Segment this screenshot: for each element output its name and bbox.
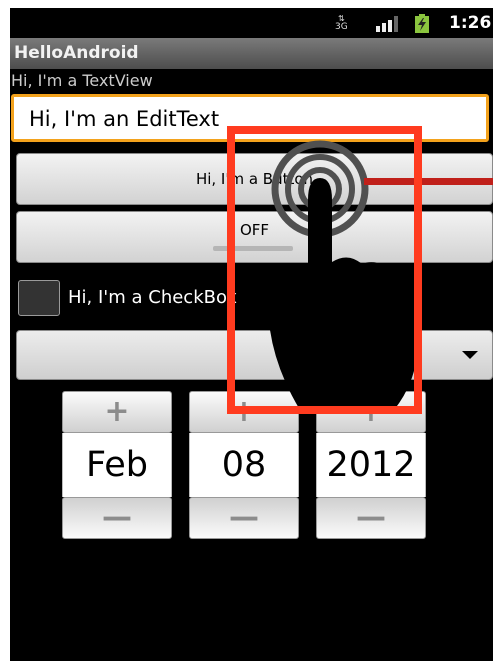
year-decrement-button[interactable]: — bbox=[316, 497, 426, 539]
day-increment-button[interactable]: + bbox=[189, 391, 299, 433]
dropdown-arrow-icon bbox=[462, 351, 478, 359]
hello-button[interactable]: Hi, I'm a Button bbox=[16, 153, 493, 205]
edittext-field[interactable]: Hi, I'm an EditText bbox=[11, 94, 489, 142]
year-picker: + 2012 — bbox=[316, 391, 426, 539]
plus-icon: + bbox=[231, 394, 257, 429]
day-decrement-button[interactable]: — bbox=[189, 497, 299, 539]
minus-icon: — bbox=[229, 500, 259, 535]
spinner-dropdown[interactable] bbox=[16, 330, 493, 380]
clock: 1:26 bbox=[449, 13, 492, 33]
plus-icon: + bbox=[358, 394, 384, 429]
checkbox-label[interactable]: Hi, I'm a CheckBox bbox=[68, 287, 237, 308]
network-type-indicator: ⇅ 3G bbox=[335, 14, 348, 32]
month-increment-button[interactable]: + bbox=[62, 391, 172, 433]
month-decrement-button[interactable]: — bbox=[62, 497, 172, 539]
minus-icon: — bbox=[102, 500, 132, 535]
plus-icon: + bbox=[104, 394, 130, 429]
toggle-label: OFF bbox=[239, 221, 270, 239]
status-bar: ⇅ 3G 1:26 bbox=[10, 8, 493, 38]
minus-icon: — bbox=[356, 500, 386, 535]
battery-charging-icon bbox=[415, 14, 429, 33]
edittext-value: Hi, I'm an EditText bbox=[29, 107, 220, 131]
device-screen: ⇅ 3G 1:26 HelloAndroid Hi, I'm a TextVie… bbox=[10, 8, 493, 661]
signal-bars-icon bbox=[376, 16, 398, 32]
year-value[interactable]: 2012 bbox=[316, 433, 426, 497]
app-title: HelloAndroid bbox=[14, 43, 139, 63]
toggle-button[interactable]: OFF bbox=[16, 211, 493, 263]
checkbox[interactable] bbox=[18, 280, 60, 316]
month-picker: + Feb — bbox=[62, 391, 172, 539]
title-bar: HelloAndroid bbox=[10, 38, 493, 69]
toggle-indicator bbox=[213, 246, 293, 251]
textview: Hi, I'm a TextView bbox=[11, 71, 153, 90]
year-increment-button[interactable]: + bbox=[316, 391, 426, 433]
day-picker: + 08 — bbox=[189, 391, 299, 539]
button-label: Hi, I'm a Button bbox=[195, 170, 314, 188]
day-value[interactable]: 08 bbox=[189, 433, 299, 497]
month-value[interactable]: Feb bbox=[62, 433, 172, 497]
